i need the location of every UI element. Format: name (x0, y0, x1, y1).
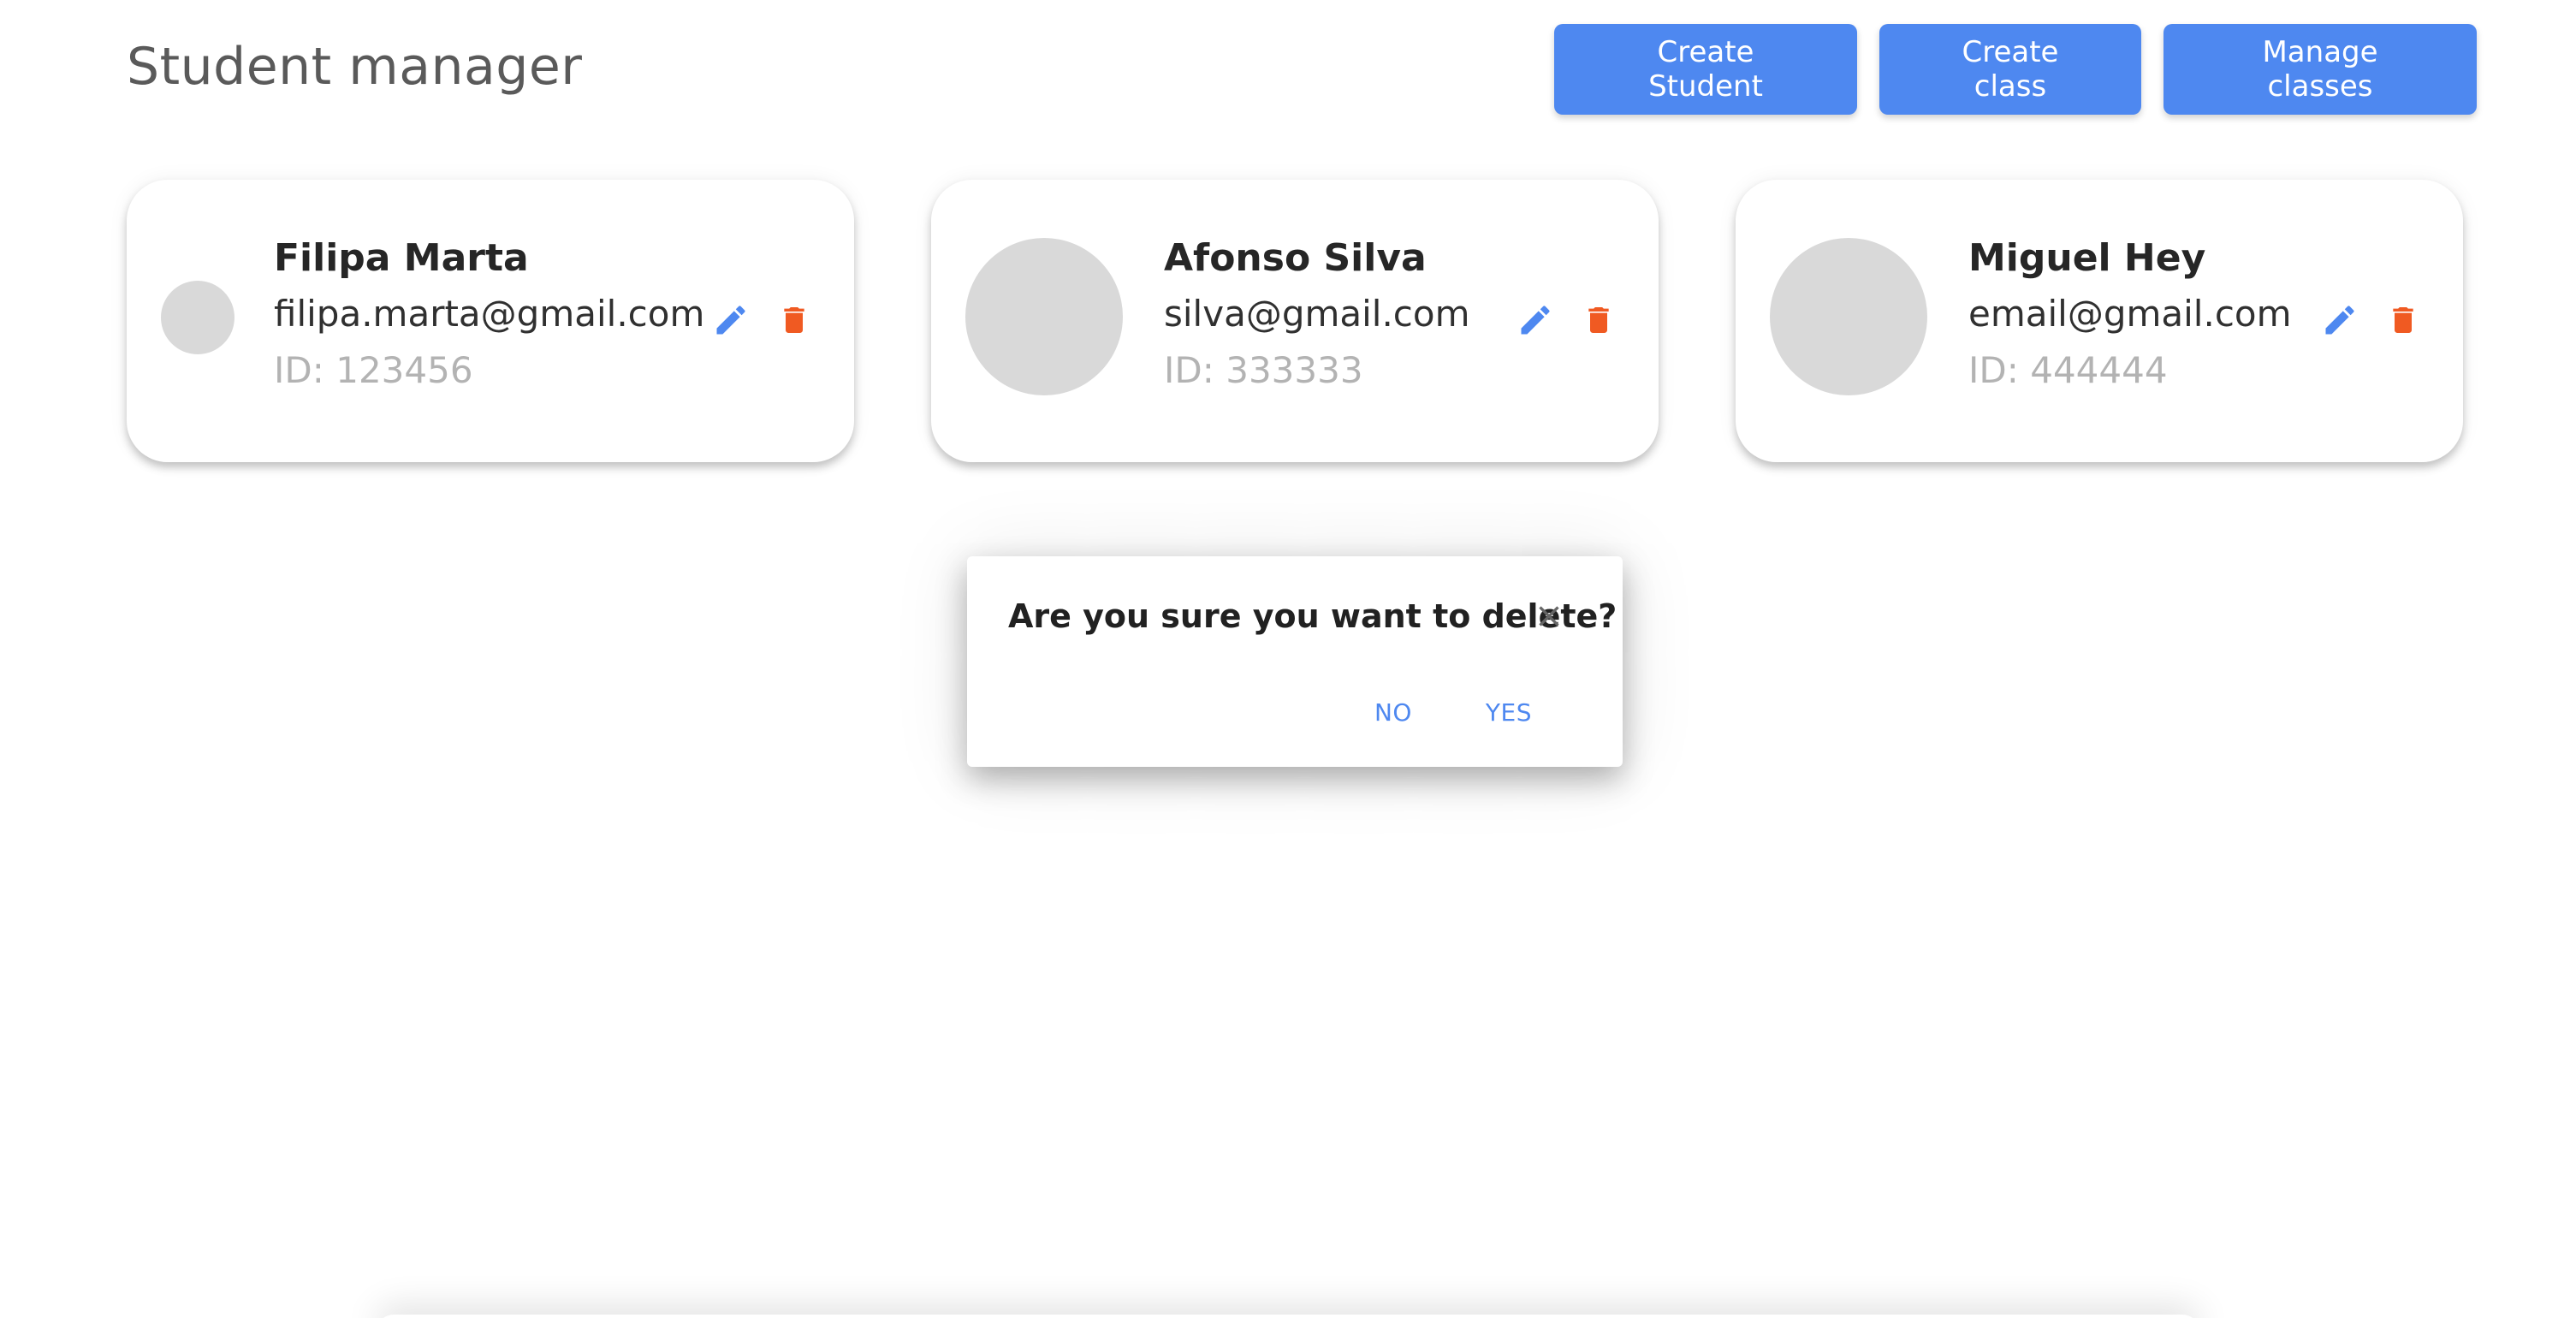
avatar (1770, 238, 1927, 395)
manage-classes-button[interactable]: Manage classes (2163, 24, 2477, 115)
student-name: Filipa Marta (274, 236, 529, 280)
close-icon[interactable] (1532, 599, 1566, 633)
header: Student manager Create Student Create cl… (127, 24, 2477, 115)
student-id: ID: 123456 (274, 349, 473, 391)
student-card: Filipa Marta filipa.marta@gmail.com ID: … (127, 180, 854, 462)
header-actions: Create Student Create class Manage class… (1554, 24, 2477, 115)
create-class-button[interactable]: Create class (1879, 24, 2141, 115)
student-card-list: Filipa Marta filipa.marta@gmail.com ID: … (127, 180, 2463, 462)
student-card: Afonso Silva silva@gmail.com ID: 333333 (931, 180, 1659, 462)
edit-pencil-icon[interactable] (1517, 300, 1554, 341)
avatar (965, 238, 1123, 395)
student-info: Afonso Silva silva@gmail.com ID: 333333 (1164, 231, 1470, 399)
student-info: Miguel Hey email@gmail.com ID: 444444 (1968, 231, 2292, 399)
delete-trash-icon[interactable] (775, 300, 813, 341)
student-name: Afonso Silva (1164, 236, 1427, 280)
dialog-message: Are you sure you want to delete? (1008, 597, 1617, 635)
student-email: email@gmail.com (1968, 293, 2292, 335)
edit-pencil-icon[interactable] (712, 300, 750, 341)
delete-confirm-dialog: Are you sure you want to delete? NO YES (967, 556, 1623, 767)
delete-trash-icon[interactable] (2384, 300, 2422, 341)
yes-button[interactable]: YES (1474, 692, 1544, 733)
dialog-actions: NO YES (1362, 692, 1544, 733)
no-button[interactable]: NO (1362, 692, 1424, 733)
student-email: filipa.marta@gmail.com (274, 293, 705, 335)
delete-trash-icon[interactable] (1580, 300, 1617, 341)
student-email: silva@gmail.com (1164, 293, 1470, 335)
card-actions (712, 300, 813, 341)
avatar (161, 281, 234, 354)
card-actions (1517, 300, 1617, 341)
bottom-panel-edge (377, 1315, 2199, 1318)
edit-pencil-icon[interactable] (2321, 300, 2359, 341)
card-actions (2321, 300, 2422, 341)
create-student-button[interactable]: Create Student (1554, 24, 1857, 115)
student-id: ID: 444444 (1968, 349, 2168, 391)
student-card: Miguel Hey email@gmail.com ID: 444444 (1736, 180, 2463, 462)
student-manager-page: Student manager Create Student Create cl… (0, 0, 2576, 1318)
student-id: ID: 333333 (1164, 349, 1363, 391)
student-info: Filipa Marta filipa.marta@gmail.com ID: … (274, 231, 704, 399)
student-name: Miguel Hey (1968, 236, 2206, 280)
page-title: Student manager (127, 37, 583, 97)
